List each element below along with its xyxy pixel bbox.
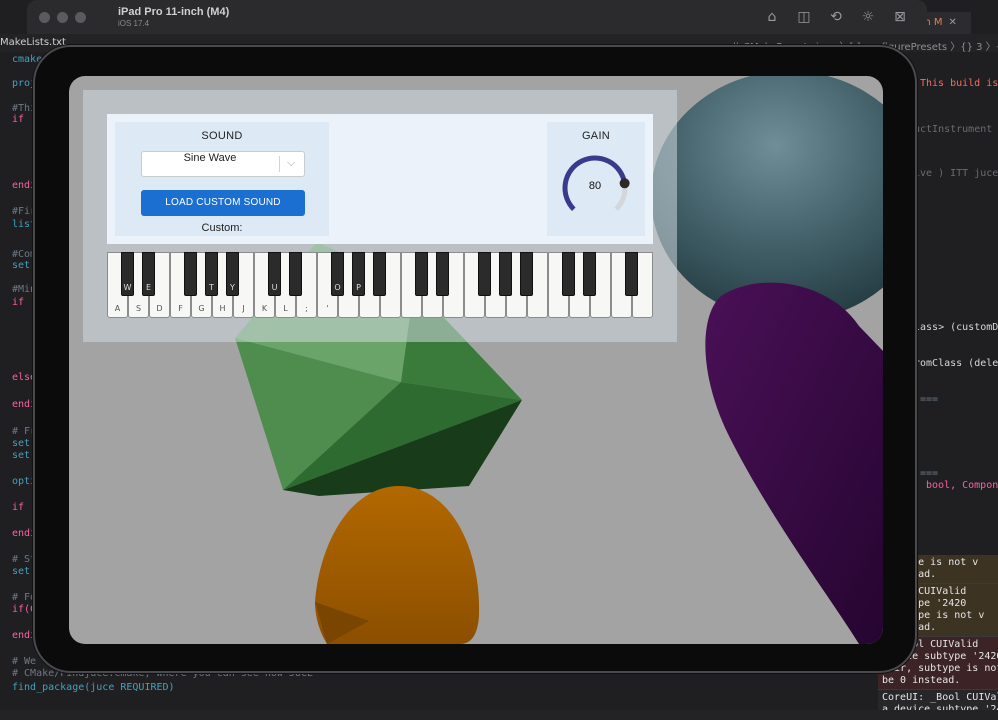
sound-section: SOUND Sine Wave ⌵ LOAD CUSTOM SOUND Cust…: [115, 122, 329, 236]
key-label: A: [114, 304, 121, 313]
key-label: E: [145, 283, 152, 292]
black-key[interactable]: [373, 252, 386, 296]
code-line: uctInstrument on iPa: [914, 124, 993, 135]
black-key[interactable]: [583, 252, 596, 296]
code-line: ===: [920, 468, 939, 479]
key-label: J: [242, 304, 245, 313]
code-line: find_package(juce REQUIRED): [12, 682, 175, 693]
code-line: lass> (customDele: [914, 322, 998, 333]
key-label: ': [326, 304, 329, 313]
key-label: O: [334, 283, 341, 292]
key-label: L: [283, 304, 288, 313]
midi-keyboard[interactable]: A S D F G H J K L; ' W E T Y U O P: [107, 252, 653, 318]
dropdown-divider: [279, 156, 280, 172]
key-label: T: [209, 283, 214, 292]
code-line: This build is o: [920, 78, 998, 89]
black-key[interactable]: W: [121, 252, 134, 296]
black-key[interactable]: [478, 252, 491, 296]
key-label: Y: [230, 283, 235, 292]
editor-tab-cmakelists[interactable]: MakeLists.txt: [0, 37, 66, 48]
chevron-down-icon[interactable]: ⌵: [287, 155, 299, 171]
appearance-icon[interactable]: ☼: [859, 8, 877, 26]
custom-sound-label: Custom:: [201, 222, 243, 234]
key-label: U: [271, 283, 278, 292]
black-key[interactable]: [562, 252, 575, 296]
close-icon[interactable]: ✕: [948, 17, 956, 28]
black-key[interactable]: Y: [226, 252, 239, 296]
key-label: G: [198, 304, 205, 313]
sound-dropdown[interactable]: Sine Wave ⌵: [141, 151, 305, 177]
black-key[interactable]: E: [142, 252, 155, 296]
code-line: romClass (delega: [914, 358, 998, 369]
plugin-editor: SOUND Sine Wave ⌵ LOAD CUSTOM SOUND Cust…: [83, 90, 677, 342]
gain-value: 80: [588, 180, 602, 192]
key-label: ;: [305, 304, 308, 313]
gain-title: GAIN: [581, 130, 611, 142]
controls-panel: SOUND Sine Wave ⌵ LOAD CUSTOM SOUND Cust…: [107, 114, 653, 244]
simulator-title: iPad Pro 11-inch (M4): [118, 6, 230, 18]
gain-section: GAIN 80: [547, 122, 645, 236]
black-key[interactable]: [415, 252, 428, 296]
screenshot-icon[interactable]: ◫: [795, 8, 813, 26]
simulator-toolbar: ⌂ ◫ ⟲ ☼ ⊠: [763, 8, 909, 26]
black-key[interactable]: O: [331, 252, 344, 296]
black-key[interactable]: [289, 252, 302, 296]
black-key[interactable]: [499, 252, 512, 296]
key-label: W: [123, 283, 132, 292]
key-label: H: [219, 304, 226, 313]
code-line: bool, Componen: [926, 480, 998, 491]
key-label: S: [135, 304, 142, 313]
simulator-subtitle: iOS 17.4: [118, 19, 150, 28]
black-key[interactable]: [184, 252, 197, 296]
rotate-icon[interactable]: ⟲: [827, 8, 845, 26]
key-label: F: [178, 304, 183, 313]
simulator-titlebar: iPad Pro 11-inch (M4) iOS 17.4 ⌂ ◫ ⟲ ☼ ⊠: [27, 0, 927, 34]
purple-capsule-shape: [705, 282, 883, 644]
black-key[interactable]: [520, 252, 533, 296]
sound-title: SOUND: [201, 130, 243, 142]
home-icon[interactable]: ⌂: [763, 8, 781, 26]
code-line: ===: [920, 394, 939, 405]
status-bar: [0, 710, 998, 720]
key-label: P: [356, 283, 361, 292]
key-label: K: [261, 304, 268, 313]
close-window-button[interactable]: [39, 12, 50, 23]
zoom-window-button[interactable]: [75, 12, 86, 23]
black-key[interactable]: [436, 252, 449, 296]
load-custom-sound-button[interactable]: LOAD CUSTOM SOUND: [141, 190, 305, 216]
minimize-window-button[interactable]: [57, 12, 68, 23]
settings-icon[interactable]: ⊠: [891, 8, 909, 26]
ipad-screen[interactable]: SOUND Sine Wave ⌵ LOAD CUSTOM SOUND Cust…: [69, 76, 883, 644]
sound-dropdown-value: Sine Wave: [183, 152, 237, 164]
black-key[interactable]: U: [268, 252, 281, 296]
key-label: D: [156, 304, 163, 313]
black-key[interactable]: P: [352, 252, 365, 296]
black-key[interactable]: [625, 252, 638, 296]
black-key[interactable]: T: [205, 252, 218, 296]
code-line: ive ) ITT juce_Windo: [914, 168, 998, 179]
